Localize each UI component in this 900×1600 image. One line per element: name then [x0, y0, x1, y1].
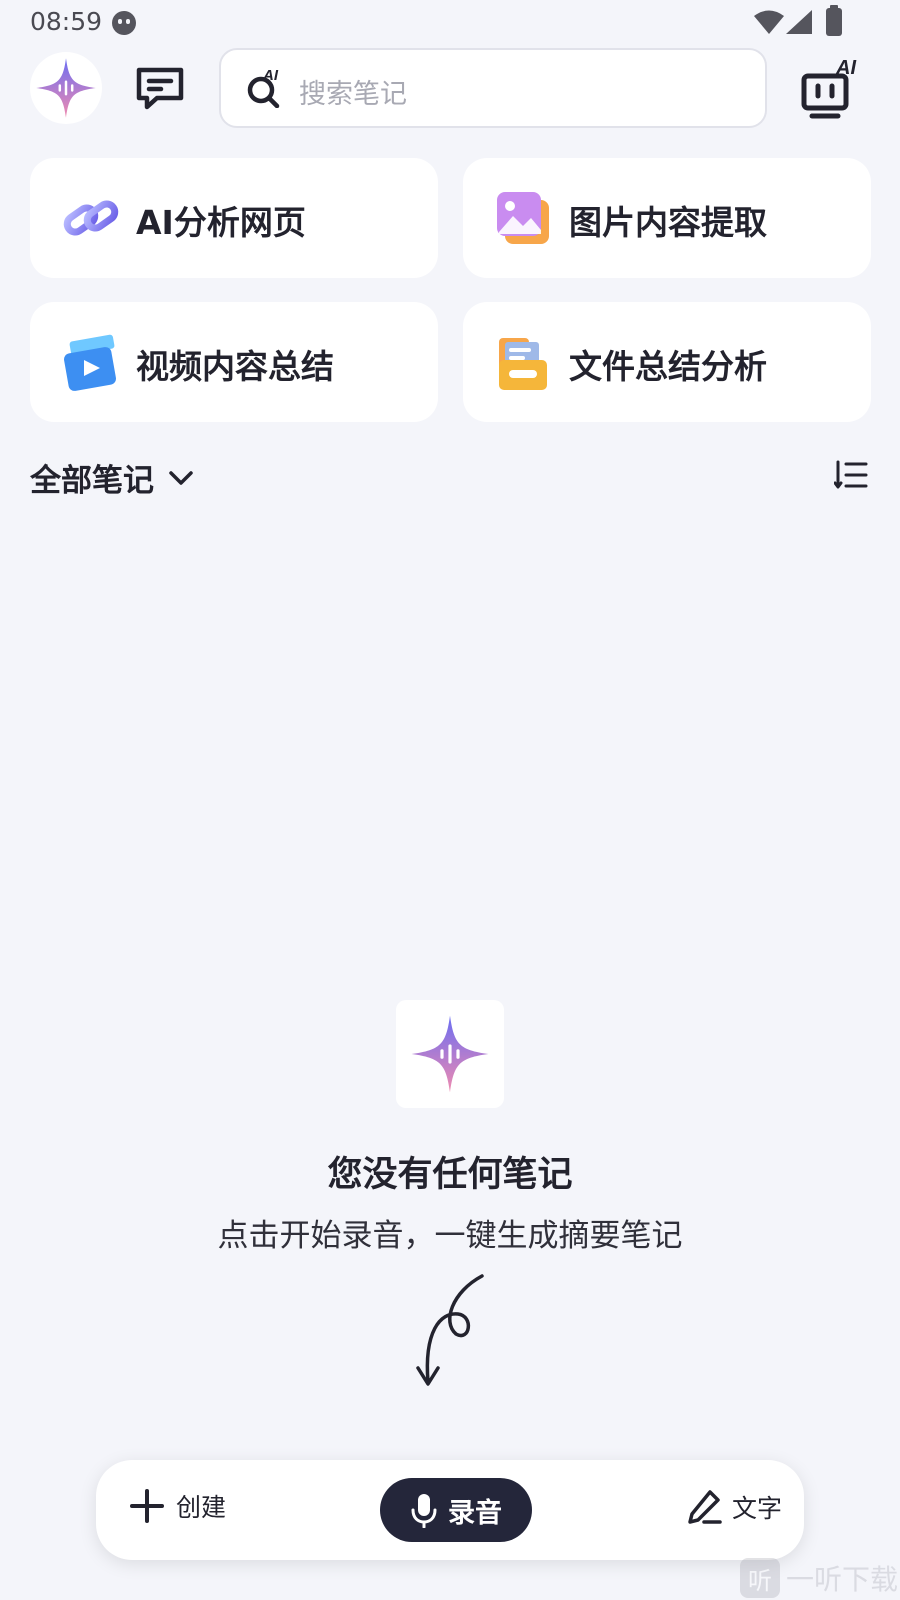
ai-device-button[interactable]: AI	[800, 56, 870, 122]
video-icon	[64, 334, 116, 391]
app-logo-button[interactable]	[30, 52, 102, 124]
status-time: 08:59	[30, 7, 103, 36]
link-chain-icon	[63, 200, 119, 236]
watermark-badge: 听	[740, 1558, 780, 1598]
status-bar: 08:59	[0, 0, 900, 46]
empty-state-title: 您没有任何笔记	[327, 1155, 573, 1195]
search-ai-badge: AI	[262, 67, 279, 84]
plus-icon	[130, 1489, 164, 1523]
signal-icon	[786, 10, 812, 34]
record-button[interactable]: 录音	[380, 1478, 532, 1542]
empty-state-subtitle: 点击开始录音，一键生成摘要笔记	[217, 1218, 683, 1254]
sort-list-icon	[833, 460, 868, 489]
search-input[interactable]: AI 搜索笔记	[219, 48, 767, 128]
create-button[interactable]: 创建	[130, 1488, 226, 1524]
image-icon	[497, 192, 549, 244]
card-ai-analyze-webpage[interactable]: AI分析网页	[30, 158, 438, 278]
search-placeholder: 搜索笔记	[299, 79, 407, 110]
feedback-button[interactable]	[135, 66, 185, 110]
message-icon	[136, 67, 184, 110]
chevron-down-icon	[169, 470, 193, 485]
sort-button[interactable]	[833, 458, 868, 492]
notes-filter-label: 全部笔记	[30, 463, 154, 499]
sparkle-logo-icon	[36, 58, 96, 118]
card-label: 文件总结分析	[569, 347, 767, 386]
empty-state-logo	[396, 1000, 504, 1108]
bottom-action-bar: 创建 录音 文字	[96, 1460, 804, 1560]
card-label: 图片内容提取	[569, 203, 767, 242]
watermark-text: 一听下载	[786, 1563, 899, 1596]
folder-icon	[499, 338, 547, 390]
watermark: 听 一听下载	[740, 1558, 898, 1598]
microphone-icon	[411, 1494, 437, 1528]
pen-icon	[688, 1490, 722, 1524]
battery-icon	[826, 5, 842, 36]
card-video-summary[interactable]: 视频内容总结	[30, 302, 438, 422]
text-label: 文字	[732, 1494, 783, 1523]
text-note-button[interactable]: 文字	[686, 1488, 782, 1526]
card-label: 视频内容总结	[136, 347, 334, 386]
card-image-extract[interactable]: 图片内容提取	[463, 158, 871, 278]
curly-arrow-icon	[416, 1274, 484, 1386]
notification-cat-icon	[112, 11, 136, 35]
wifi-icon	[754, 10, 784, 34]
ai-device-badge: AI	[835, 57, 856, 79]
ai-search-icon: AI	[247, 67, 280, 108]
create-label: 创建	[176, 1493, 227, 1522]
sparkle-logo-icon	[411, 1015, 489, 1093]
ai-device-icon: AI	[801, 57, 856, 119]
card-label: AI分析网页	[136, 203, 306, 242]
card-file-summary[interactable]: 文件总结分析	[463, 302, 871, 422]
record-label: 录音	[448, 1497, 502, 1529]
notes-filter-dropdown[interactable]: 全部笔记	[30, 455, 194, 500]
